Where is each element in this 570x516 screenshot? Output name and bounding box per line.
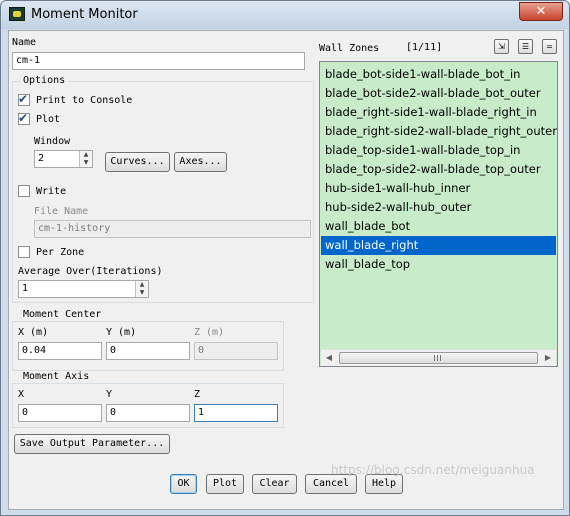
wall-zone-item[interactable]: wall_blade_right xyxy=(321,236,556,255)
wall-zone-item[interactable]: wall_blade_bot xyxy=(321,217,556,236)
check-icon: ✔ xyxy=(18,111,29,125)
window-spinner[interactable]: ▲ ▼ xyxy=(79,151,92,167)
print-to-console-label: Print to Console xyxy=(36,95,133,106)
wall-zones-count: [1/11] xyxy=(406,42,443,53)
moment-monitor-window: Moment Monitor ✕ Name cm-1 Options ✔ Pri… xyxy=(0,0,570,516)
per-zone-checkbox[interactable] xyxy=(18,246,30,258)
check-icon: ✔ xyxy=(18,92,29,106)
moment-axis-title: Moment Axis xyxy=(20,371,93,382)
wall-zone-item[interactable]: hub-side2-wall-hub_outer xyxy=(321,198,556,217)
cancel-button[interactable]: Cancel xyxy=(305,474,357,494)
name-input[interactable]: cm-1 xyxy=(12,52,305,70)
wall-zone-item[interactable]: blade_right-side1-wall-blade_right_in xyxy=(321,103,556,122)
wall-zone-item[interactable]: blade_top-side1-wall-blade_top_in xyxy=(321,141,556,160)
write-label: Write xyxy=(36,186,67,197)
axes-button[interactable]: Axes... xyxy=(174,152,227,172)
moment-axis-y-label: Y xyxy=(106,389,113,400)
ok-button[interactable]: OK xyxy=(170,474,197,494)
spin-down-icon[interactable]: ▼ xyxy=(136,289,148,297)
grip-line xyxy=(434,355,435,361)
horizontal-scrollbar[interactable]: ◀ ▶ xyxy=(321,349,556,366)
plot-label: Plot xyxy=(36,114,61,125)
average-over-value: 1 xyxy=(22,283,29,294)
average-over-field[interactable]: 1 ▲ ▼ xyxy=(18,280,149,298)
wall-zones-label: Wall Zones xyxy=(319,43,380,54)
moment-axis-x-label: X xyxy=(18,389,25,400)
per-zone-label: Per Zone xyxy=(36,247,85,258)
dialog-body: Name cm-1 Options ✔ Print to Console ✔ P… xyxy=(8,30,564,510)
moment-center-y-input[interactable]: 0 xyxy=(106,342,190,360)
close-button[interactable]: ✕ xyxy=(519,2,563,21)
select-all-icon[interactable]: ⇲ xyxy=(494,39,509,54)
list-icon[interactable]: ☰ xyxy=(518,39,533,54)
spin-up-icon[interactable]: ▲ xyxy=(80,151,92,159)
title-bar[interactable]: Moment Monitor ✕ xyxy=(1,1,569,29)
spin-up-icon[interactable]: ▲ xyxy=(136,281,148,289)
curves-button[interactable]: Curves... xyxy=(105,152,170,172)
spin-down-icon[interactable]: ▼ xyxy=(80,159,92,167)
grip-line xyxy=(440,355,441,361)
moment-axis-x-input[interactable]: 0 xyxy=(18,404,102,422)
moment-center-z-input[interactable]: 0 xyxy=(194,342,278,360)
moment-axis-y-input[interactable]: 0 xyxy=(106,404,190,422)
deselect-all-icon[interactable]: = xyxy=(542,39,557,54)
moment-center-title: Moment Center xyxy=(20,309,105,320)
name-label: Name xyxy=(12,37,37,48)
grip-line xyxy=(437,355,438,361)
moment-center-z-label: Z (m) xyxy=(194,327,225,338)
options-title: Options xyxy=(20,75,69,86)
wall-zone-item[interactable]: hub-side1-wall-hub_inner xyxy=(321,179,556,198)
wall-zone-item[interactable]: blade_right-side2-wall-blade_right_outer xyxy=(321,122,557,141)
scroll-left-icon[interactable]: ◀ xyxy=(323,352,335,364)
wall-zone-item[interactable]: blade_bot-side2-wall-blade_bot_outer xyxy=(321,84,556,103)
moment-center-y-label: Y (m) xyxy=(106,327,137,338)
window-title: Moment Monitor xyxy=(31,7,138,22)
file-name-input[interactable]: cm-1-history xyxy=(34,220,311,238)
moment-center-x-label: X (m) xyxy=(18,327,49,338)
average-over-spinner[interactable]: ▲ ▼ xyxy=(135,281,148,297)
plot-checkbox[interactable]: ✔ xyxy=(18,111,30,125)
save-output-parameter-button[interactable]: Save Output Parameter... xyxy=(14,434,170,454)
scrollbar-thumb[interactable] xyxy=(339,352,538,364)
moment-axis-z-input[interactable]: 1 xyxy=(194,404,278,422)
clear-button[interactable]: Clear xyxy=(252,474,297,494)
wall-zones-list[interactable]: blade_bot-side1-wall-blade_bot_in blade_b… xyxy=(319,61,558,367)
window-value: 2 xyxy=(38,153,45,164)
app-icon xyxy=(9,7,25,21)
wall-zone-item[interactable]: wall_blade_top xyxy=(321,255,556,274)
window-label: Window xyxy=(34,136,71,147)
print-to-console-checkbox[interactable]: ✔ xyxy=(18,92,30,106)
write-checkbox[interactable] xyxy=(18,185,30,197)
scroll-right-icon[interactable]: ▶ xyxy=(542,352,554,364)
watermark: https://blog.csdn.net/meiguanhua xyxy=(331,463,535,477)
file-name-label: File Name xyxy=(34,206,89,217)
wall-zone-item[interactable]: blade_top-side2-wall-blade_top_outer xyxy=(321,160,556,179)
help-button[interactable]: Help xyxy=(365,474,403,494)
moment-center-x-input[interactable]: 0.04 xyxy=(18,342,102,360)
average-over-label: Average Over(Iterations) xyxy=(18,266,163,277)
wall-zone-item[interactable]: blade_bot-side1-wall-blade_bot_in xyxy=(321,65,556,84)
plot-button[interactable]: Plot xyxy=(206,474,244,494)
moment-axis-z-label: Z xyxy=(194,389,201,400)
window-field[interactable]: 2 ▲ ▼ xyxy=(34,150,93,168)
